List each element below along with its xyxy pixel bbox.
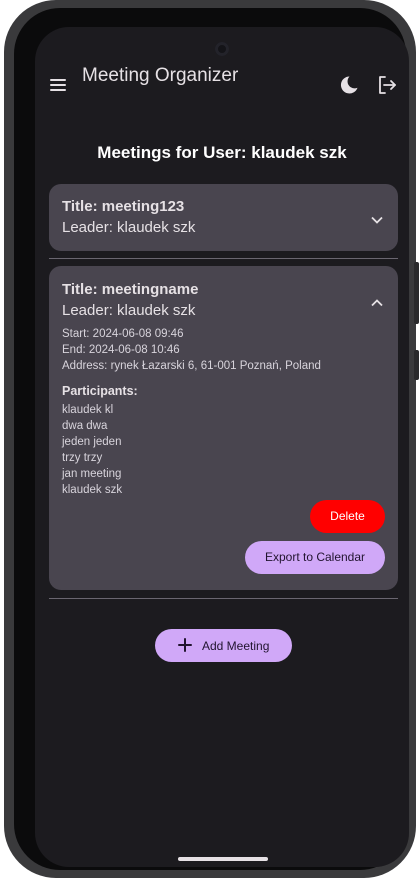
participant-item: klaudek kl	[62, 404, 114, 416]
phone-bezel: Meeting Organizer Meetings for User: kla…	[14, 8, 409, 870]
phone-frame: Meeting Organizer Meetings for User: kla…	[4, 0, 419, 878]
participant-item: klaudek szk	[62, 484, 123, 496]
divider	[49, 258, 398, 259]
meeting-card[interactable]: Title: meeting123 Leader: klaudek szk	[49, 184, 398, 251]
export-to-calendar-button[interactable]: Export to Calendar	[245, 541, 385, 574]
participant-item: trzy trzy	[62, 452, 103, 464]
add-meeting-button[interactable]: Add Meeting	[155, 629, 292, 662]
meeting-end: End: 2024-06-08 10:46	[62, 344, 180, 356]
page-title: Meetings for User: klaudek szk	[97, 143, 347, 162]
camera-cutout	[215, 42, 229, 56]
participant-item: dwa dwa	[62, 420, 108, 432]
chevron-down-icon[interactable]	[370, 212, 384, 224]
participants-list: klaudek kl dwa dwa jeden jeden trzy trzy…	[62, 402, 122, 498]
meeting-leader: Leader: klaudek szk	[62, 302, 196, 319]
volume-button	[414, 350, 419, 380]
divider	[49, 598, 398, 599]
delete-button[interactable]: Delete	[310, 500, 385, 533]
meeting-title: Title: meeting123	[62, 198, 185, 215]
top-app-bar: Meeting Organizer	[35, 63, 409, 107]
menu-icon[interactable]	[47, 73, 71, 97]
home-indicator[interactable]	[178, 857, 268, 861]
app-screen: Meeting Organizer Meetings for User: kla…	[35, 27, 409, 867]
meeting-leader: Leader: klaudek szk	[62, 219, 196, 236]
logout-icon[interactable]	[375, 73, 399, 97]
meeting-title: Title: meetingname	[62, 281, 199, 298]
participant-item: jan meeting	[62, 468, 122, 480]
meeting-card-expanded[interactable]: Title: meetingname Leader: klaudek szk S…	[49, 266, 398, 590]
app-title: Meeting Organizer	[82, 65, 239, 86]
add-meeting-label: Add Meeting	[202, 639, 270, 653]
meeting-address: Address: rynek Łazarski 6, 61-001 Poznań…	[62, 360, 321, 372]
participant-item: jeden jeden	[62, 436, 122, 448]
moon-icon[interactable]	[337, 73, 361, 97]
power-button	[414, 262, 419, 324]
meeting-start: Start: 2024-06-08 09:46	[62, 328, 184, 340]
chevron-up-icon[interactable]	[370, 295, 384, 307]
plus-icon	[178, 638, 192, 652]
participants-heading: Participants:	[62, 384, 138, 398]
